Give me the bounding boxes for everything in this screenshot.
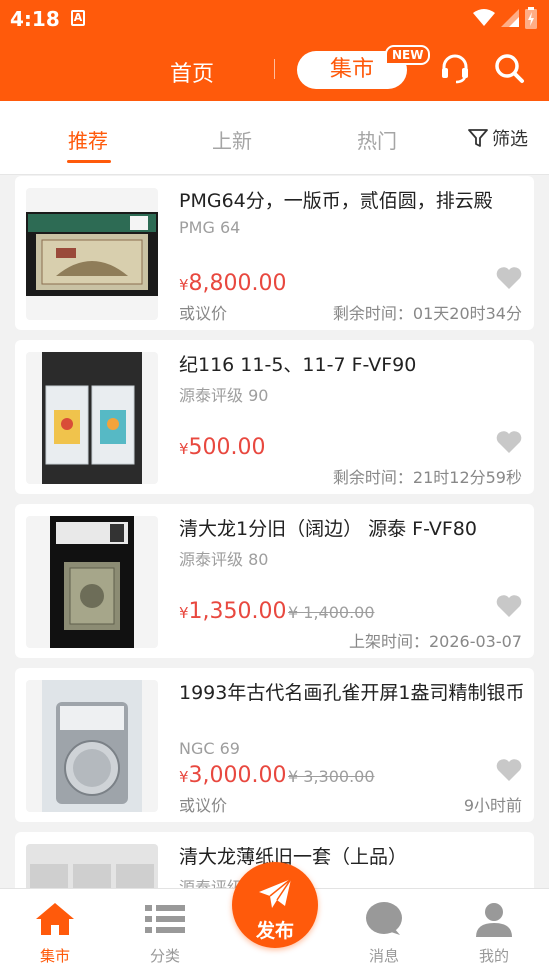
favorite-heart-icon[interactable] (496, 266, 522, 290)
listing-card[interactable]: 清大龙1分旧（阔边） 源泰 F-VF80 源泰评级 80 ¥1,350.00 ¥… (15, 504, 534, 658)
price-value: 1,350.00 (188, 599, 287, 624)
filter-label: 筛选 (492, 129, 528, 150)
user-profile-icon (476, 903, 512, 937)
tab-hot[interactable]: 热门 (357, 125, 397, 154)
favorite-heart-icon[interactable] (496, 430, 522, 454)
listing-title: 纪116 11-5、11-7 F-VF90 (179, 354, 417, 376)
bottom-nav-market[interactable]: 集市 (15, 901, 95, 966)
nav-divider (274, 59, 275, 79)
battery-icon (525, 7, 537, 29)
price-value: 3,000.00 (188, 763, 287, 788)
tab-recommend[interactable]: 推荐 (68, 125, 108, 154)
listing-title: 清大龙薄纸旧一套（上品） (179, 846, 408, 868)
listing-card[interactable]: 1993年古代名画孔雀开屏1盎司精制银币 NGC 69 ¥3,000.00 ¥ … (15, 668, 534, 822)
active-tab-indicator (67, 160, 111, 163)
listing-list[interactable]: PMG64分，一版币，贰佰圆，排云殿 PMG 64 ¥8,800.00 或议价 … (0, 176, 549, 888)
bottom-nav-mine-label: 我的 (478, 947, 509, 965)
customer-service-icon[interactable] (439, 52, 471, 84)
listing-meta: 上架时间：2026-03-07 (349, 632, 522, 651)
listing-price: ¥1,350.00 (179, 599, 287, 624)
currency-symbol: ¥ (179, 768, 189, 786)
status-time: 4:18 (10, 7, 60, 31)
bottom-nav-category-label: 分类 (149, 947, 180, 965)
listing-grade: NGC 69 (179, 739, 240, 758)
currency-symbol: ¥ (179, 604, 189, 622)
new-badge: NEW (385, 45, 431, 65)
search-icon[interactable] (493, 52, 525, 84)
negotiable-label: 或议价 (179, 796, 228, 815)
signal-icon (501, 9, 519, 27)
bottom-nav-mine[interactable]: 我的 (454, 901, 534, 966)
listing-meta: 9小时前 (463, 796, 522, 815)
market-home-icon (36, 903, 74, 935)
message-bubble-icon (366, 902, 402, 935)
status-bar: 4:18 A (0, 0, 549, 36)
listing-grade: PMG 64 (179, 218, 241, 237)
listing-meta: 剩余时间：01天20时34分 (332, 304, 522, 323)
wifi-icon (473, 9, 495, 26)
listing-card[interactable]: 纪116 11-5、11-7 F-VF90 源泰评级 90 ¥500.00 剩余… (15, 340, 534, 494)
listing-title: 清大龙1分旧（阔边） 源泰 F-VF80 (179, 518, 477, 540)
listing-thumbnail (26, 352, 158, 484)
notification-a-icon: A (71, 10, 85, 26)
tab-new[interactable]: 上新 (212, 125, 252, 154)
listing-price: ¥500.00 (179, 435, 266, 460)
listing-price: ¥3,000.00 (179, 763, 287, 788)
listing-title: PMG64分，一版币，贰佰圆，排云殿 (179, 190, 493, 212)
original-price: ¥ 1,400.00 (288, 603, 375, 622)
currency-symbol: ¥ (179, 276, 189, 294)
bottom-nav-messages[interactable]: 消息 (344, 901, 424, 966)
publish-button[interactable]: 发布 (232, 862, 318, 948)
listing-card[interactable]: PMG64分，一版币，贰佰圆，排云殿 PMG 64 ¥8,800.00 或议价 … (15, 176, 534, 330)
listing-grade: 源泰评级 90 (179, 386, 269, 405)
tab-bar: 推荐 上新 热门 筛选 (0, 101, 549, 175)
listing-thumbnail (26, 680, 158, 812)
filter-icon (468, 129, 488, 147)
nav-home[interactable]: 首页 (170, 56, 214, 88)
listing-price: ¥8,800.00 (179, 271, 287, 296)
favorite-heart-icon[interactable] (496, 758, 522, 782)
category-list-icon (145, 905, 185, 933)
app-header: 4:18 A 首页 集市 NEW (0, 0, 549, 101)
listing-thumbnail (26, 516, 158, 648)
bottom-nav-category[interactable]: 分类 (125, 901, 205, 966)
bottom-nav-messages-label: 消息 (368, 947, 399, 965)
listing-grade: 源泰评级 80 (179, 550, 269, 569)
listing-title: 1993年古代名画孔雀开屏1盎司精制银币 (179, 682, 525, 704)
price-value: 500.00 (188, 435, 266, 460)
status-icons (473, 7, 537, 29)
listing-grade: 源泰评级 (179, 878, 244, 888)
listing-meta: 剩余时间：21时12分59秒 (332, 468, 522, 487)
price-value: 8,800.00 (188, 271, 287, 296)
currency-symbol: ¥ (179, 440, 189, 458)
filter-button[interactable]: 筛选 (468, 125, 528, 151)
listing-thumbnail (26, 188, 158, 320)
listing-thumbnail (26, 844, 158, 888)
original-price: ¥ 3,300.00 (288, 767, 375, 786)
publish-label: 发布 (255, 920, 294, 942)
negotiable-label: 或议价 (179, 304, 228, 323)
favorite-heart-icon[interactable] (496, 594, 522, 618)
paper-plane-icon (259, 878, 292, 908)
bottom-nav-market-label: 集市 (39, 947, 70, 965)
